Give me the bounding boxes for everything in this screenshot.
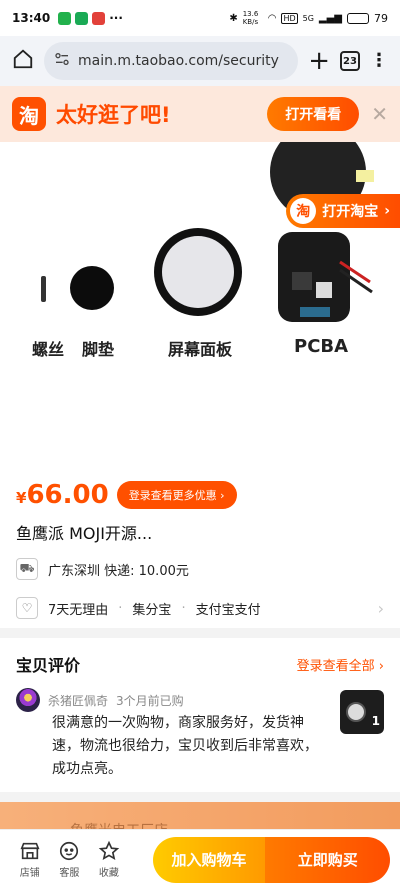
home-icon[interactable] <box>12 48 34 74</box>
signal-icon: ▂▄▆ <box>318 12 342 24</box>
review-time: 3个月前已购 <box>116 693 184 708</box>
store-icon <box>20 842 40 860</box>
login-coupon-button[interactable]: 登录查看更多优惠 › <box>116 481 237 509</box>
menu-icon[interactable]: ⋮ <box>370 52 388 70</box>
services-row[interactable]: ♡ 7天无理由 · 集分宝 · 支付宝支付 › <box>16 597 384 619</box>
service-item: 支付宝支付 <box>195 602 261 618</box>
chat-icon <box>60 841 79 861</box>
product-parts-illustration <box>41 142 374 322</box>
store-button[interactable]: 店铺 <box>10 840 50 879</box>
price: ¥66.00 <box>16 480 109 510</box>
separator-dot: · <box>181 600 186 616</box>
product-title: 鱼鹰派 MOJI开源... <box>16 524 153 543</box>
shipping-row[interactable]: ⛟ 广东深圳 快递: 10.00元 <box>16 558 384 580</box>
wifi-icon: ◠ <box>267 12 277 24</box>
reviewer-name: 杀猪匠佩奇 <box>48 693 109 708</box>
status-time: 13:40 <box>12 11 51 25</box>
close-icon[interactable]: ✕ <box>371 102 388 126</box>
service-label: 客服 <box>59 868 80 879</box>
buy-now-button[interactable]: 立即购买 <box>265 836 391 883</box>
wechat-icon <box>58 11 72 25</box>
reviews-header: 宝贝评价 登录查看全部 › <box>16 652 384 676</box>
price-currency: ¥ <box>16 489 27 507</box>
avatar <box>16 688 40 712</box>
bottom-action-bar: 店铺 客服 收藏 加入购物车 立即购买 <box>0 829 400 889</box>
coupon-label: 登录查看更多优惠 <box>128 489 217 502</box>
section-divider <box>0 792 400 802</box>
bluetooth-icon: ✱ <box>229 12 238 24</box>
customer-service-button[interactable]: 客服 <box>50 840 90 879</box>
view-all-reviews-link[interactable]: 登录查看全部 › <box>297 655 384 674</box>
price-amount: 66.00 <box>26 480 109 510</box>
more-notifications-icon: ··· <box>109 11 123 25</box>
browser-toolbar: main.m.taobao.com/security + 23 ⋮ <box>0 36 400 86</box>
separator-dot: · <box>118 600 123 616</box>
heart-icon: ♡ <box>16 597 38 619</box>
part-label-pcba: PCBA <box>294 336 349 357</box>
open-taobao-label: 打开淘宝 <box>322 204 379 220</box>
open-taobao-button[interactable]: 淘 打开淘宝 › <box>286 194 400 228</box>
chevron-right-icon: › <box>377 598 384 618</box>
service-item: 7天无理由 <box>48 602 109 618</box>
view-all-label: 登录查看全部 <box>296 658 375 674</box>
truck-icon: ⛟ <box>16 558 38 580</box>
battery-icon <box>347 12 369 24</box>
status-bar: 13:40 ··· ✱ 13.6 KB/s ◠ HD 5G ▂▄▆ 79 <box>0 0 400 36</box>
chevron-right-icon: › <box>384 203 390 219</box>
service-item: 集分宝 <box>132 602 172 618</box>
url-bar[interactable]: main.m.taobao.com/security <box>44 42 299 80</box>
part-label-screen: 屏幕面板 <box>168 340 233 359</box>
part-label-pad: 脚垫 <box>82 340 115 359</box>
star-icon <box>98 840 120 860</box>
new-tab-icon[interactable]: + <box>308 48 330 74</box>
phone-app-icon <box>75 11 89 25</box>
promo-text: 太好逛了吧! <box>56 103 171 127</box>
site-settings-icon[interactable] <box>54 51 70 71</box>
network-type: 5G <box>302 13 314 23</box>
product-image[interactable]: 淘 打开淘宝 › 螺丝 脚垫 屏幕面板 PCBA <box>0 142 400 472</box>
store-label: 店铺 <box>19 868 40 879</box>
open-app-button[interactable]: 打开看看 <box>267 97 360 131</box>
hd-icon: HD <box>281 12 298 24</box>
review-text: 很满意的一次购物，商家服务好，发货神速，物流也很给力，宝贝收到后非常喜欢，成功点… <box>52 715 318 777</box>
part-label-screw: 螺丝 <box>32 340 65 359</box>
red-app-icon <box>92 11 106 25</box>
add-to-cart-button[interactable]: 加入购物车 <box>152 836 266 883</box>
network-speed: 13.6 KB/s <box>242 10 259 26</box>
reviewer-info: 杀猪匠佩奇 3个月前已购 <box>16 688 184 712</box>
taobao-logo-icon: 淘 <box>12 97 46 131</box>
shipping-text: 广东深圳 快递: 10.00元 <box>48 563 189 579</box>
review-image-content <box>346 702 366 722</box>
reviews-heading: 宝贝评价 <box>16 656 81 675</box>
app-promo-banner: 淘 太好逛了吧! 打开看看 ✕ <box>0 86 400 142</box>
favorite-button[interactable]: 收藏 <box>89 840 129 879</box>
battery-percent: 79 <box>374 11 388 25</box>
section-divider <box>0 628 400 638</box>
review-image[interactable]: 1 <box>340 690 384 734</box>
url-text: main.m.taobao.com/security <box>78 53 279 69</box>
tab-switcher-button[interactable]: 23 <box>340 51 360 71</box>
taobao-logo-icon: 淘 <box>290 198 317 224</box>
favorite-label: 收藏 <box>98 868 119 879</box>
review-image-count: 1 <box>371 714 380 728</box>
price-row: ¥66.00 登录查看更多优惠 › <box>16 480 237 510</box>
